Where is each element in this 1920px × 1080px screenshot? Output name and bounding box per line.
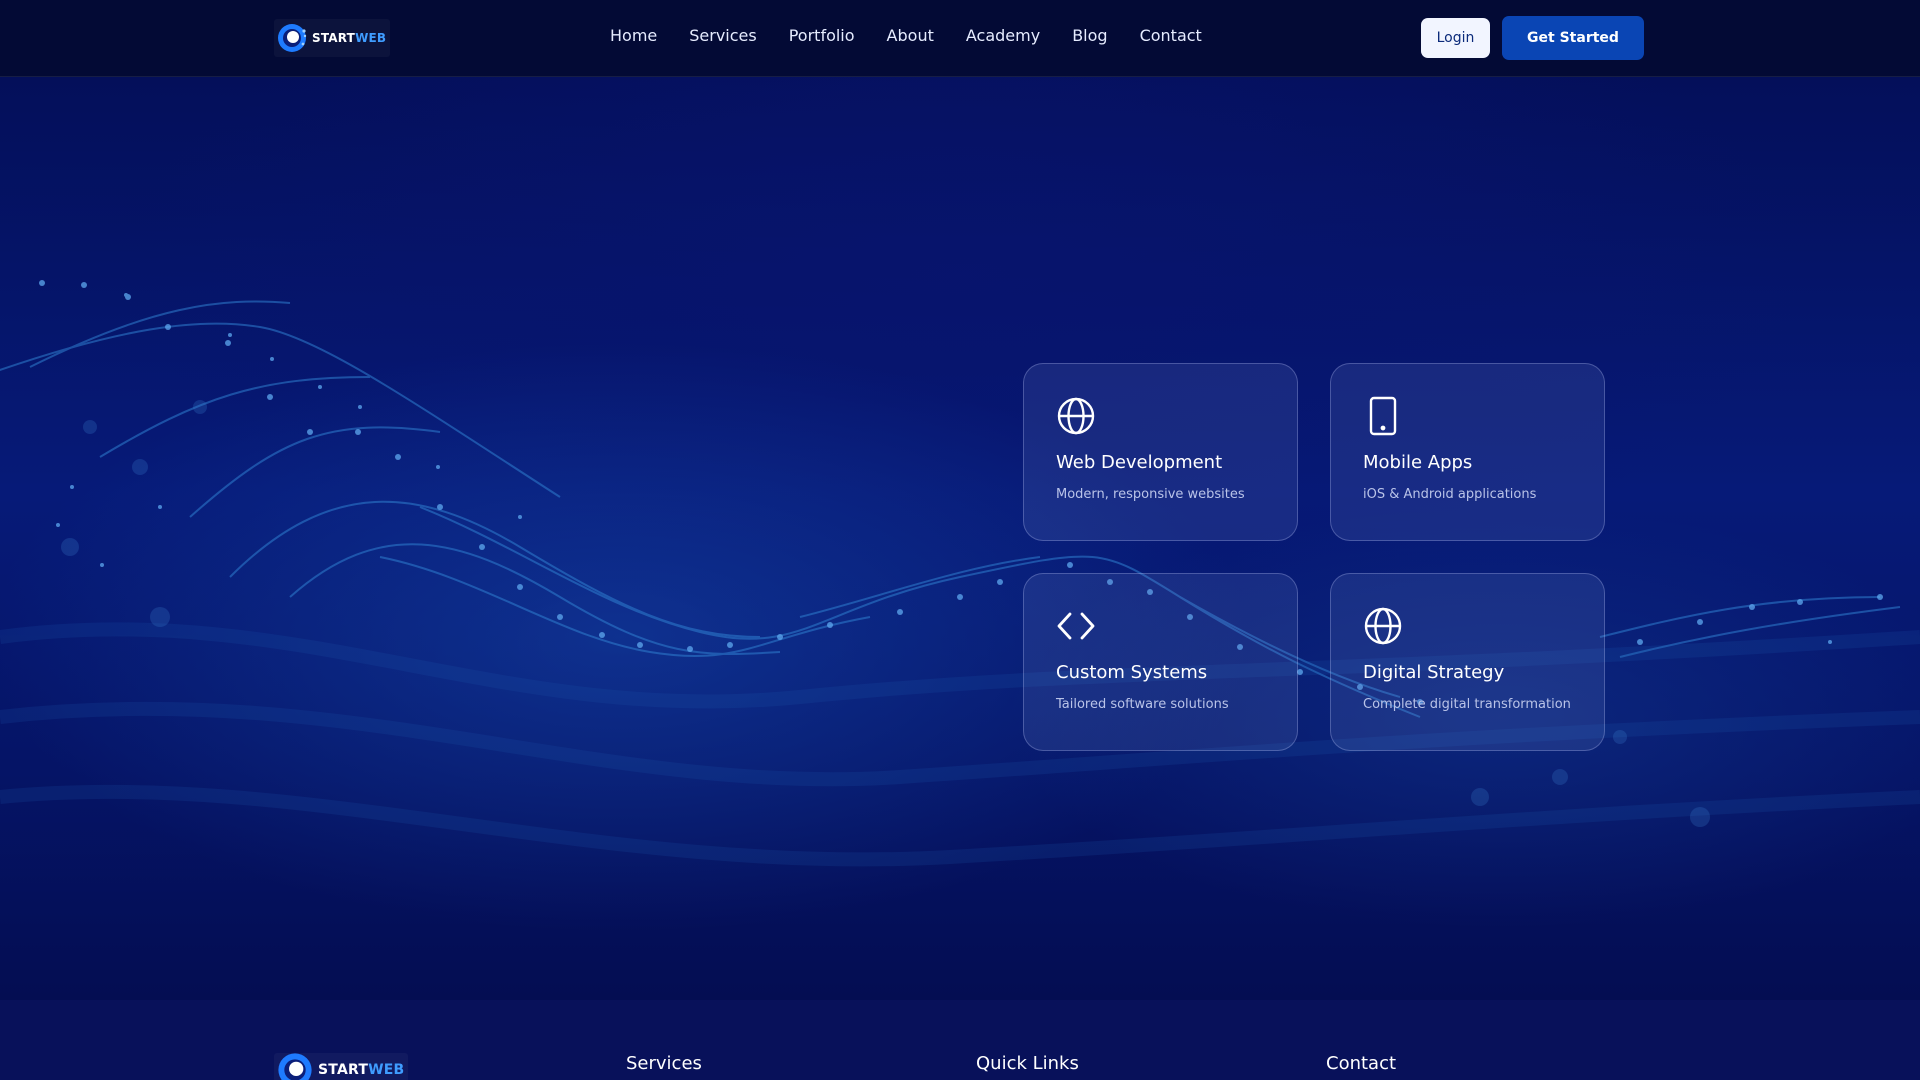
site-footer: STARTWEB Services Quick Links Contact (0, 1000, 1920, 1080)
logo-mark-icon (278, 1053, 312, 1080)
logo-text: STARTWEB (312, 31, 386, 45)
service-card-web-development[interactable]: Web Development Modern, responsive websi… (1023, 363, 1298, 541)
logo-text-web: WEB (355, 31, 387, 45)
card-title: Mobile Apps (1363, 452, 1473, 473)
footer-logo[interactable]: STARTWEB (274, 1053, 409, 1080)
card-description: iOS & Android applications (1363, 487, 1537, 502)
mobile-icon (1369, 396, 1397, 436)
nav-home[interactable]: Home (610, 26, 657, 45)
service-card-custom-systems[interactable]: Custom Systems Tailored software solutio… (1023, 573, 1298, 751)
card-description: Modern, responsive websites (1056, 487, 1245, 502)
code-icon (1057, 612, 1095, 640)
service-card-digital-strategy[interactable]: Digital Strategy Complete digital transf… (1330, 573, 1605, 751)
nav-services[interactable]: Services (689, 26, 756, 45)
service-card-mobile-apps[interactable]: Mobile Apps iOS & Android applications (1330, 363, 1605, 541)
logo-mark-icon (278, 24, 307, 52)
globe-icon (1364, 607, 1402, 645)
logo-text-start: START (312, 31, 356, 45)
hero-section: Web Development Modern, responsive websi… (0, 77, 1920, 1000)
nav-about[interactable]: About (887, 26, 934, 45)
logo-text: STARTWEB (318, 1062, 404, 1078)
card-description: Tailored software solutions (1056, 697, 1229, 712)
main-nav: Home Services Portfolio About Academy Bl… (610, 26, 1202, 45)
particle-wave-background (0, 280, 1920, 867)
nav-contact[interactable]: Contact (1140, 26, 1202, 45)
footer-heading-quick-links: Quick Links (976, 1053, 1079, 1074)
nav-portfolio[interactable]: Portfolio (789, 26, 855, 45)
nav-blog[interactable]: Blog (1072, 26, 1107, 45)
footer-heading-contact: Contact (1326, 1053, 1397, 1074)
logo-text-web: WEB (368, 1062, 405, 1078)
logo-text-start: START (318, 1062, 369, 1078)
card-title: Web Development (1056, 452, 1223, 473)
card-title: Custom Systems (1056, 662, 1208, 683)
card-description: Complete digital transformation (1363, 697, 1571, 712)
footer-heading-services: Services (626, 1053, 702, 1074)
logo[interactable]: STARTWEB (274, 19, 391, 57)
nav-academy[interactable]: Academy (966, 26, 1040, 45)
card-title: Digital Strategy (1363, 662, 1505, 683)
login-button[interactable]: Login (1421, 18, 1490, 58)
site-header: STARTWEB Home Services Portfolio About A… (0, 0, 1920, 77)
globe-icon (1057, 397, 1095, 435)
get-started-button[interactable]: Get Started (1502, 16, 1644, 60)
